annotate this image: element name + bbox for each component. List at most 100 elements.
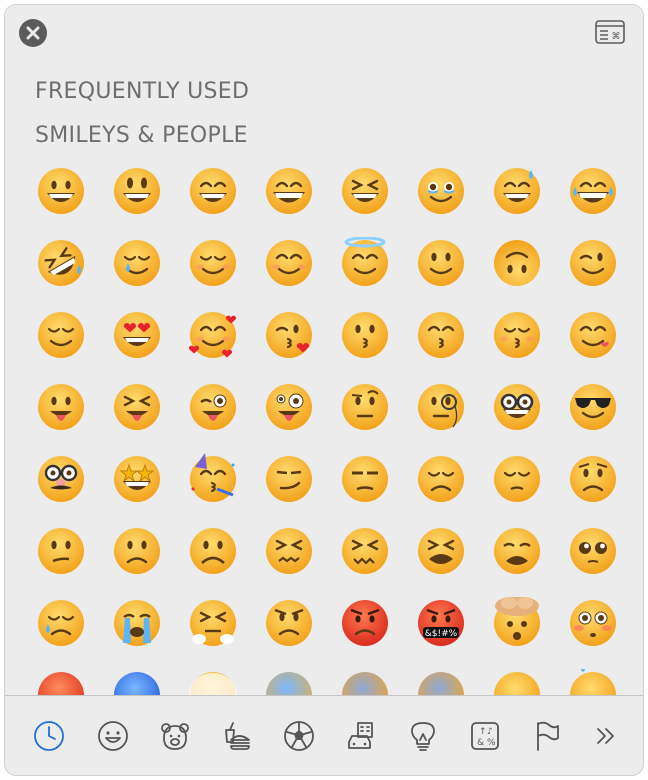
- emoji-confounded-face[interactable]: [339, 525, 391, 577]
- emoji-zany-face[interactable]: [263, 381, 315, 433]
- emoji-exploding-head[interactable]: [491, 597, 543, 649]
- category-tab-frequently-used[interactable]: [29, 716, 69, 756]
- grinning-face-icon: [38, 168, 84, 214]
- category-tab-activity[interactable]: [279, 716, 319, 756]
- character-viewer-button[interactable]: ⌘: [595, 20, 625, 44]
- zany-face-icon: [266, 384, 312, 430]
- emoji-face-with-raised-eyebrow[interactable]: [339, 381, 391, 433]
- emoji-frowning-face[interactable]: [187, 525, 239, 577]
- kissing-face-icon: [342, 312, 388, 358]
- emoji-face-with-monocle[interactable]: [415, 381, 467, 433]
- emoji-downcast-face-with-sweat[interactable]: [567, 669, 619, 695]
- persevering-face-icon: [266, 528, 312, 574]
- category-tab-more[interactable]: [585, 716, 625, 756]
- emoji-weary-face[interactable]: [491, 525, 543, 577]
- disappointed-face-icon: [418, 456, 464, 502]
- emoji-sad-but-relieved-face[interactable]: [491, 669, 543, 695]
- double-chevron-right-icon: [597, 728, 614, 744]
- emoji-upside-down-face[interactable]: [491, 237, 543, 289]
- emoji-star-struck[interactable]: [111, 453, 163, 505]
- emoji-winking-face[interactable]: [567, 237, 619, 289]
- face-with-symbols-on-mouth-icon: &$!#%: [418, 600, 464, 646]
- flag-icon: [537, 721, 559, 751]
- emoji-grinning-face[interactable]: [35, 165, 87, 217]
- emoji-partying-face[interactable]: [187, 453, 239, 505]
- emoji-loudly-crying-face[interactable]: [111, 597, 163, 649]
- emoji-disappointed-face[interactable]: [415, 453, 467, 505]
- emoji-kissing-face[interactable]: [339, 309, 391, 361]
- category-tab-travel-places[interactable]: [341, 716, 381, 756]
- emoji-face-with-tears-of-joy[interactable]: [567, 165, 619, 217]
- emoji-pouting-face[interactable]: [339, 597, 391, 649]
- emoji-slightly-smiling-face[interactable]: [415, 237, 467, 289]
- smirking-face-icon: [266, 456, 312, 502]
- emoji-grinning-face-with-smiling-eyes[interactable]: [187, 165, 239, 217]
- emoji-face-with-steam-from-nose[interactable]: [187, 597, 239, 649]
- emoji-persevering-face[interactable]: [263, 525, 315, 577]
- emoji-pleading-face[interactable]: [567, 525, 619, 577]
- emoji-grinning-squinting-face[interactable]: [339, 165, 391, 217]
- emoji-face-savoring-food[interactable]: [567, 309, 619, 361]
- pouting-face-icon: [342, 600, 388, 646]
- emoji-confused-face[interactable]: [35, 525, 87, 577]
- emoji-nerd-face[interactable]: [491, 381, 543, 433]
- emoji-grinning-face-with-sweat[interactable]: [491, 165, 543, 217]
- emoji-crying-face[interactable]: [35, 597, 87, 649]
- emoji-slightly-frowning-face[interactable]: [111, 525, 163, 577]
- exploding-head-icon: [494, 597, 540, 646]
- grinning-face-with-big-eyes-icon: [114, 168, 160, 214]
- emoji-smiling-face[interactable]: [187, 237, 239, 289]
- emoji-relieved-face[interactable]: [35, 309, 87, 361]
- emoji-winking-face-with-tongue[interactable]: [187, 381, 239, 433]
- emoji-smiling-face-with-halo[interactable]: [339, 237, 391, 289]
- emoji-disguised-face[interactable]: [35, 453, 87, 505]
- kissing-face-with-closed-eyes-icon: [494, 312, 540, 358]
- emoji-face-screaming-in-fear[interactable]: [263, 669, 315, 695]
- emoji-face-blowing-a-kiss[interactable]: [263, 309, 315, 361]
- smiling-face-with-smiling-eyes-icon: [266, 240, 312, 286]
- category-tab-flags[interactable]: [527, 716, 567, 756]
- emoji-rolling-on-the-floor-laughing[interactable]: [35, 237, 87, 289]
- face-with-raised-eyebrow-icon: [342, 384, 388, 430]
- kissing-face-with-smiling-eyes-icon: [418, 312, 464, 358]
- emoji-worried-face[interactable]: [567, 453, 619, 505]
- emoji-kissing-face-with-smiling-eyes[interactable]: [415, 309, 467, 361]
- emoji-cold-face[interactable]: [111, 669, 163, 695]
- emoji-smiling-face-with-sunglasses[interactable]: [567, 381, 619, 433]
- emoji-kissing-face-with-closed-eyes[interactable]: [491, 309, 543, 361]
- emoji-anxious-face-with-sweat[interactable]: [415, 669, 467, 695]
- emoji-smiling-face-with-heart-eyes[interactable]: [111, 309, 163, 361]
- category-tab-animals-nature[interactable]: [155, 716, 195, 756]
- emoji-face-with-symbols-on-mouth[interactable]: &$!#%: [415, 597, 467, 649]
- category-tab-smileys-people[interactable]: [93, 716, 133, 756]
- emoji-pensive-face[interactable]: [491, 453, 543, 505]
- category-tab-objects[interactable]: [403, 716, 443, 756]
- emoji-unamused-face[interactable]: [339, 453, 391, 505]
- emoji-tired-face[interactable]: [415, 525, 467, 577]
- emoji-grinning-face-with-big-eyes[interactable]: [111, 165, 163, 217]
- emoji-hot-face[interactable]: [35, 669, 87, 695]
- emoji-smiling-face-with-tear[interactable]: [111, 237, 163, 289]
- emoji-smiling-face-with-hearts[interactable]: [187, 309, 239, 361]
- category-tab-symbols[interactable]: ↑ ♪ &%: [465, 716, 505, 756]
- cold-face-icon: [114, 672, 160, 695]
- emoji-beaming-face-with-smiling-eyes[interactable]: [263, 165, 315, 217]
- emoji-flushed-face[interactable]: [567, 597, 619, 649]
- emoji-smirking-face[interactable]: [263, 453, 315, 505]
- star-struck-icon: [114, 456, 160, 502]
- close-button[interactable]: [19, 19, 47, 47]
- emoji-face-with-tongue[interactable]: [35, 381, 87, 433]
- emoji-face-in-clouds[interactable]: [187, 669, 239, 695]
- emoji-angry-face[interactable]: [263, 597, 315, 649]
- emoji-face-holding-back-tears[interactable]: [415, 165, 467, 217]
- fearful-face-icon: [342, 672, 388, 695]
- face-screaming-in-fear-icon: [266, 672, 312, 695]
- emoji-fearful-face[interactable]: [339, 669, 391, 695]
- emoji-squinting-face-with-tongue[interactable]: [111, 381, 163, 433]
- emoji-smiling-face-with-smiling-eyes[interactable]: [263, 237, 315, 289]
- smiling-face-with-heart-eyes-icon: [114, 312, 160, 358]
- category-tab-food-drink[interactable]: [217, 716, 257, 756]
- upside-down-face-icon: [494, 240, 540, 286]
- face-holding-back-tears-icon: [418, 168, 464, 214]
- loudly-crying-face-icon: [114, 600, 160, 646]
